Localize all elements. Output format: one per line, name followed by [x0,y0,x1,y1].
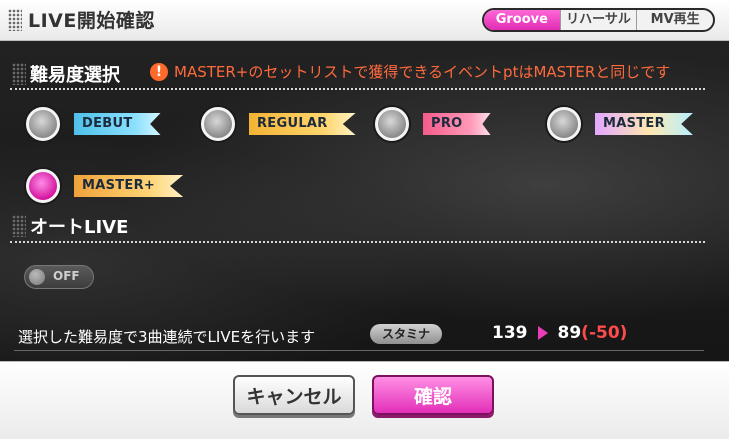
section-divider [10,88,705,90]
difficulty-title: 難易度選択 [30,65,120,86]
difficulty-warning: ! MASTER+のセットリストで獲得できるイベントptはMASTERと同じです [150,61,670,82]
auto-live-section-header: オートLIVE [0,211,729,241]
tab-mv-play[interactable]: MV再生 [636,10,713,30]
difficulty-option-regular[interactable]: REGULAR [201,107,356,141]
stamina-delta: (-50) [581,323,628,343]
mode-tabs: Groove リハーサル MV再生 [482,8,715,32]
dialog-header: LIVE開始確認 Groove リハーサル MV再生 [0,0,729,41]
warning-text: MASTER+のセットリストで獲得できるイベントptはMASTERと同じです [174,63,671,81]
exclamation-icon: ! [150,62,168,81]
difficulty-option-pro[interactable]: PRO [375,107,491,141]
stamina-after: 89 [557,323,582,343]
radio-button-selected[interactable] [26,169,60,203]
difficulty-label: DEBUT [74,113,161,135]
difficulty-option-debut[interactable]: DEBUT [26,107,161,141]
difficulty-option-master-plus[interactable]: MASTER+ [26,169,184,203]
cancel-button[interactable]: キャンセル [233,375,355,415]
live-info-text: 選択した難易度で3曲連続でLIVEを行います [18,328,316,346]
dialog-footer: キャンセル 確認 [0,361,729,439]
grip-icon [8,9,22,31]
auto-live-toggle[interactable]: OFF [24,265,94,289]
grip-icon [12,63,26,85]
tab-groove[interactable]: Groove [484,10,560,30]
difficulty-label: MASTER+ [74,175,184,197]
radio-button[interactable] [201,107,235,141]
dialog-title: LIVE開始確認 [28,10,155,32]
difficulty-option-master[interactable]: MASTER [547,107,693,141]
toggle-label: OFF [53,269,80,283]
live-start-dialog: LIVE開始確認 Groove リハーサル MV再生 難易度選択 ! MASTE… [0,0,729,439]
radio-button[interactable] [375,107,409,141]
stamina-values: 139 89 (-50) [492,323,627,343]
toggle-knob [29,269,45,285]
difficulty-label: PRO [423,113,491,135]
tab-rehearsal[interactable]: リハーサル [559,10,637,30]
stamina-badge: スタミナ [370,324,442,344]
arrow-right-icon [537,326,548,340]
radio-button[interactable] [26,107,60,141]
difficulty-label: REGULAR [249,113,356,135]
grip-icon [12,215,26,237]
dialog-body: 難易度選択 ! MASTER+のセットリストで獲得できるイベントptはMASTE… [0,41,729,361]
difficulty-label: MASTER [595,113,693,135]
radio-button[interactable] [547,107,581,141]
section-divider [10,241,705,243]
auto-live-title: オートLIVE [30,217,129,238]
stamina-current: 139 [492,323,528,343]
difficulty-section-header: 難易度選択 ! MASTER+のセットリストで獲得できるイベントptはMASTE… [0,59,729,89]
info-underline [14,350,704,351]
confirm-button[interactable]: 確認 [372,375,494,415]
